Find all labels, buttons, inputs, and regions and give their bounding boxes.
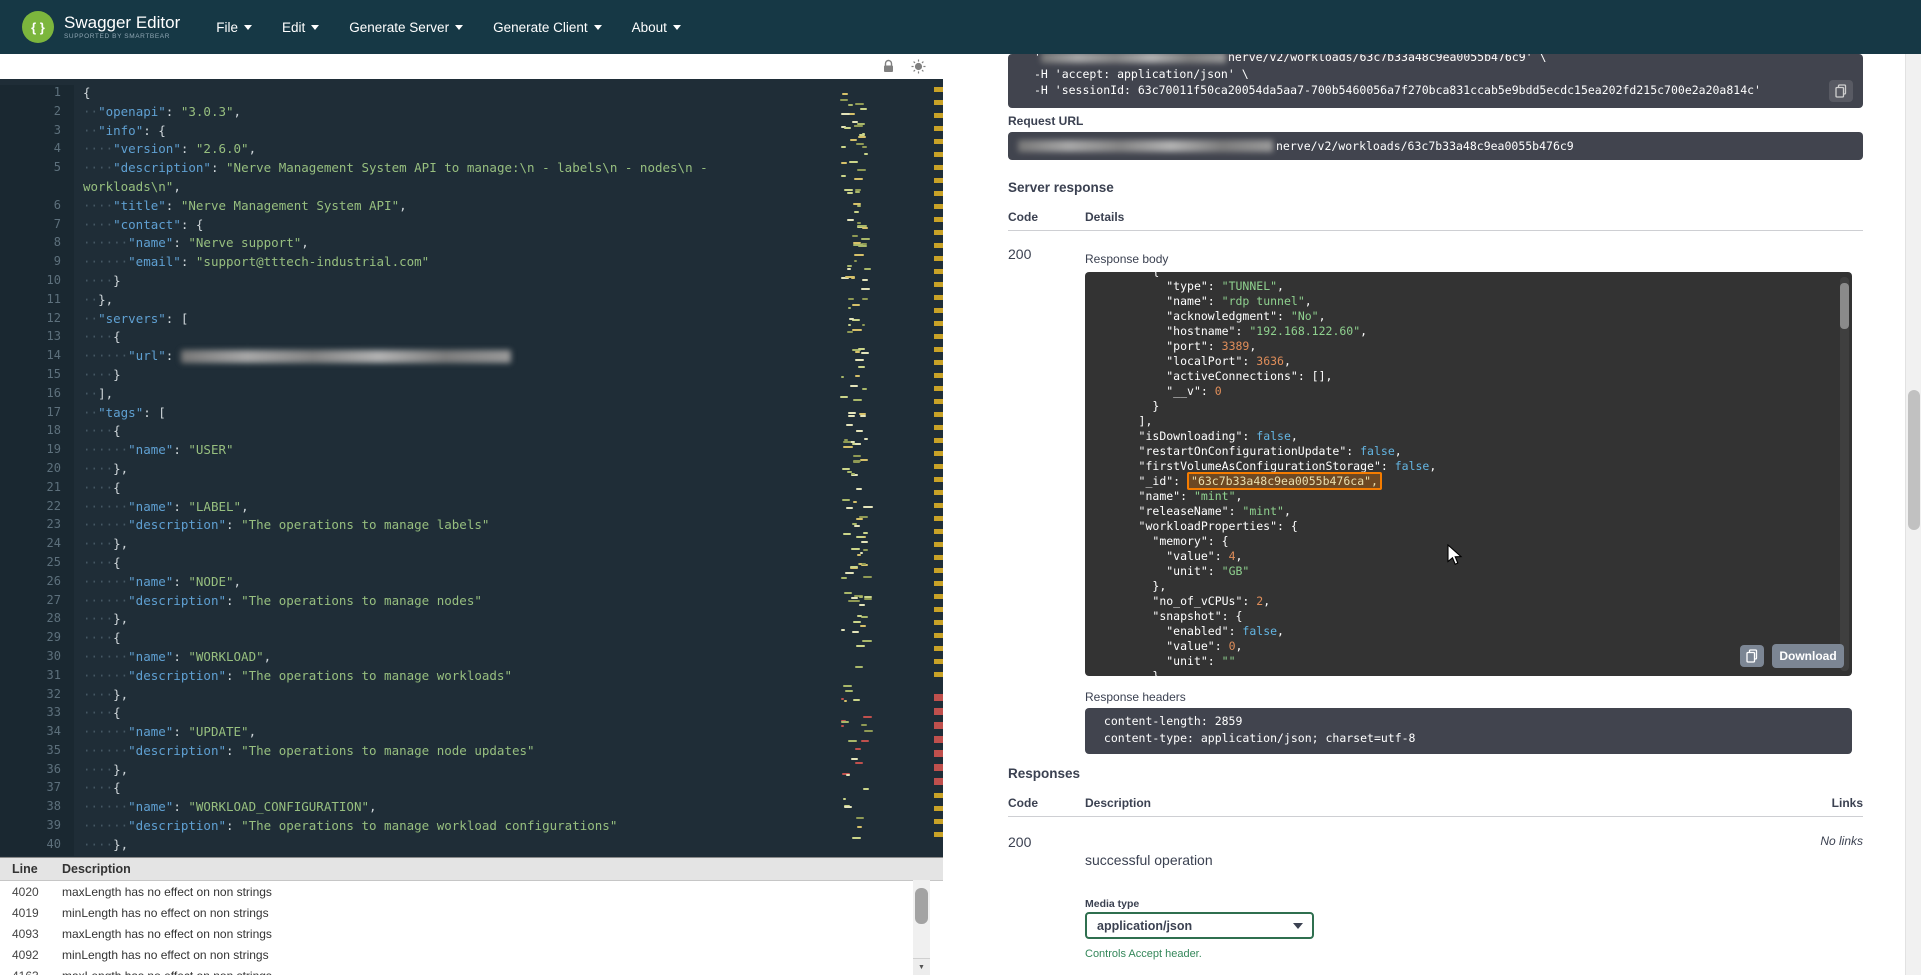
app-title: Swagger Editor xyxy=(64,14,180,32)
responses-code-200: 200 xyxy=(1008,834,1031,850)
caret-down-icon xyxy=(455,25,463,30)
response-body-scrollbar[interactable] xyxy=(1840,277,1849,671)
menu-edit[interactable]: Edit xyxy=(282,20,319,35)
scrollbar-thumb[interactable] xyxy=(1908,390,1920,530)
redacted-server-url xyxy=(181,350,511,363)
server-response-title: Server response xyxy=(1008,180,1114,195)
editor-warning-markers xyxy=(934,793,943,845)
editor-code: {··"openapi": "3.0.3",··"info": {····"ve… xyxy=(83,85,708,856)
copy-icon[interactable] xyxy=(1829,80,1853,102)
response-body-block[interactable]: { "type": "TUNNEL", "name": "rdp tunnel"… xyxy=(1085,272,1852,676)
swagger-ui-pane: 'nerve/v2/workloads/63c7b33a48c9ea0055b4… xyxy=(943,54,1905,975)
redacted-host xyxy=(1018,140,1273,152)
menu-file[interactable]: File xyxy=(216,20,252,35)
caret-down-icon xyxy=(244,25,252,30)
error-panel-scrollbar[interactable]: ▼ xyxy=(913,880,930,975)
scroll-down-arrow-icon[interactable]: ▼ xyxy=(913,958,930,975)
lock-icon[interactable] xyxy=(881,59,897,75)
app-subtitle: SUPPORTED BY SMARTBEAR xyxy=(64,33,180,40)
editor-warning-markers xyxy=(934,87,943,685)
media-type-label: Media type xyxy=(1085,898,1139,910)
curl-block: 'nerve/v2/workloads/63c7b33a48c9ea0055b4… xyxy=(1008,54,1863,108)
responses-description-header: Description xyxy=(1085,796,1151,810)
responses-description-text: successful operation xyxy=(1085,852,1213,868)
menu-generate-client[interactable]: Generate Client xyxy=(493,20,602,35)
error-panel-header: Line Description xyxy=(0,858,943,881)
response-body-label: Response body xyxy=(1085,252,1168,266)
media-type-select[interactable]: application/json xyxy=(1085,912,1314,939)
chevron-down-icon xyxy=(1293,923,1303,929)
request-url-bar: nerve/v2/workloads/63c7b33a48c9ea0055b47… xyxy=(1008,132,1863,160)
curl-lines: 'nerve/v2/workloads/63c7b33a48c9ea0055b4… xyxy=(1020,54,1851,100)
scrollbar-thumb[interactable] xyxy=(915,888,928,924)
accept-header-hint: Controls Accept header. xyxy=(1085,948,1202,960)
topbar: { } Swagger Editor SUPPORTED BY SMARTBEA… xyxy=(0,0,1921,54)
error-list: 4020maxLength has no effect on non strin… xyxy=(0,881,943,975)
error-row[interactable]: 4019minLength has no effect on non strin… xyxy=(0,902,943,923)
page-scrollbar[interactable] xyxy=(1905,54,1921,975)
request-url-path: nerve/v2/workloads/63c7b33a48c9ea0055b47… xyxy=(1276,139,1574,153)
scrollbar-thumb[interactable] xyxy=(1840,283,1849,329)
redacted-host xyxy=(1041,54,1226,63)
error-row[interactable]: 4020maxLength has no effect on non strin… xyxy=(0,881,943,902)
error-col-line: Line xyxy=(0,862,62,876)
code-editor[interactable]: 1234567891011121314151617181920212223242… xyxy=(0,79,943,857)
response-code: 200 xyxy=(1008,246,1031,262)
responses-no-links: No links xyxy=(1820,834,1863,848)
media-type-value: application/json xyxy=(1097,919,1192,933)
responses-title: Responses xyxy=(1008,766,1080,781)
menubar: File Edit Generate Server Generate Clien… xyxy=(216,20,681,35)
find-highlight: "63c7b33a48c9ea0055b476ca", xyxy=(1187,472,1382,490)
code-header: Code xyxy=(1008,210,1038,224)
error-col-description: Description xyxy=(62,862,131,876)
responses-links-header: Links xyxy=(1832,796,1863,810)
swagger-logo-icon: { } xyxy=(22,11,54,43)
details-header: Details xyxy=(1085,210,1124,224)
error-panel: Line Description 4020maxLength has no ef… xyxy=(0,857,943,975)
response-body-lines: { "type": "TUNNEL", "name": "rdp tunnel"… xyxy=(1097,272,1840,676)
responses-code-header: Code xyxy=(1008,796,1038,810)
error-row[interactable]: 4163maxLength has no effect on non strin… xyxy=(0,965,943,975)
error-row[interactable]: 4092minLength has no effect on non strin… xyxy=(0,944,943,965)
response-headers-label: Response headers xyxy=(1085,690,1186,704)
response-headers-block: content-length: 2859 content-type: appli… xyxy=(1085,708,1852,754)
sun-icon[interactable] xyxy=(911,59,927,75)
menu-generate-server[interactable]: Generate Server xyxy=(349,20,463,35)
editor-gutter: 1234567891011121314151617181920212223242… xyxy=(0,85,74,856)
editor-toolbar-strip xyxy=(0,54,943,79)
divider xyxy=(1008,230,1863,231)
divider xyxy=(1008,816,1863,817)
menu-about[interactable]: About xyxy=(632,20,681,35)
download-button[interactable]: Download xyxy=(1772,644,1844,668)
request-url-label: Request URL xyxy=(1008,114,1083,128)
caret-down-icon xyxy=(311,25,319,30)
error-row[interactable]: 4093maxLength has no effect on non strin… xyxy=(0,923,943,944)
caret-down-icon xyxy=(594,25,602,30)
brand: Swagger Editor SUPPORTED BY SMARTBEAR xyxy=(64,14,180,40)
caret-down-icon xyxy=(673,25,681,30)
editor-error-markers xyxy=(934,694,943,786)
